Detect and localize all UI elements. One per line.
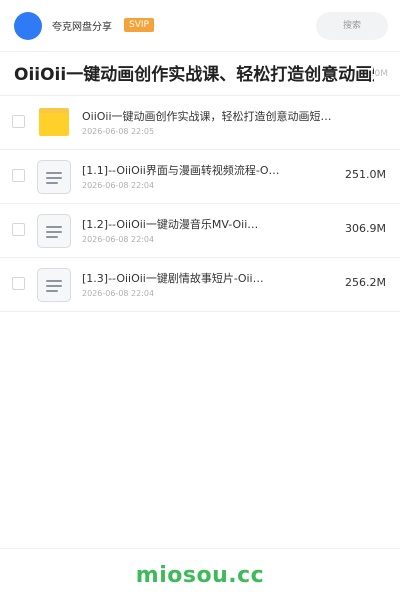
file-name[interactable]: OiiOii一键动画创作实战课，轻松打造创意动画短…	[82, 108, 332, 124]
footer-logo[interactable]: miosou.cc	[136, 563, 264, 588]
file-size: 251.0M	[345, 168, 386, 181]
file-name[interactable]: [1.1]--OiiOii界面与漫画转视频流程-O…	[82, 162, 332, 178]
user-avatar[interactable]	[14, 12, 42, 40]
file-date: 2026-06-08 22:05	[82, 127, 155, 136]
file-date: 2026-06-08 22:04	[82, 181, 155, 190]
document-icon	[37, 160, 71, 194]
file-name[interactable]: [1.2]--OiiOii一键动漫音乐MV-Oii…	[82, 216, 332, 232]
list-item[interactable]: OiiOii一键动画创作实战课，轻松打造创意动画短… 2026-06-08 22…	[0, 96, 400, 150]
file-date: 2026-06-08 22:04	[82, 235, 155, 244]
page-title: OiiOii一键动画创作实战课、轻松打造创意动画短视频	[14, 65, 374, 85]
file-size: 306.9M	[345, 222, 386, 235]
search-input[interactable]: 搜索	[316, 12, 388, 40]
file-date: 2026-06-08 22:04	[82, 289, 155, 298]
svip-badge: SVIP	[124, 18, 154, 32]
document-icon	[37, 268, 71, 302]
top-bar: 夸克网盘分享 SVIP 搜索	[0, 0, 400, 52]
list-item[interactable]: [1.1]--OiiOii界面与漫画转视频流程-O… 2026-06-08 22…	[0, 150, 400, 204]
brand-name: 夸克网盘分享	[52, 22, 112, 33]
select-checkbox[interactable]	[12, 277, 25, 290]
select-checkbox[interactable]	[12, 169, 25, 182]
select-checkbox[interactable]	[12, 115, 25, 128]
share-title-row: ...0M OiiOii一键动画创作实战课、轻松打造创意动画短视频	[0, 52, 400, 96]
file-name[interactable]: [1.3]--OiiOii一键剧情故事短片-Oii…	[82, 270, 332, 286]
folder-icon	[39, 108, 69, 136]
list-item[interactable]: [1.2]--OiiOii一键动漫音乐MV-Oii… 2026-06-08 22…	[0, 204, 400, 258]
select-checkbox[interactable]	[12, 223, 25, 236]
footer: miosou.cc	[0, 548, 400, 600]
file-size: 256.2M	[345, 276, 386, 289]
document-icon	[37, 214, 71, 248]
list-item[interactable]: [1.3]--OiiOii一键剧情故事短片-Oii… 2026-06-08 22…	[0, 258, 400, 312]
